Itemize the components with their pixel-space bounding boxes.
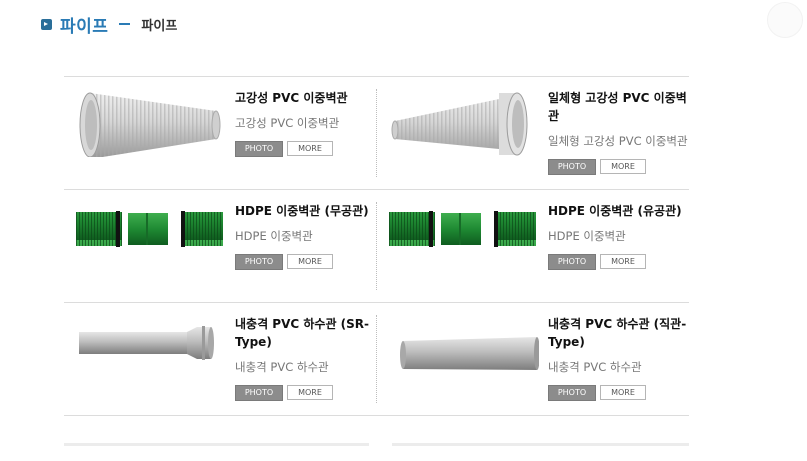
more-button[interactable]: MORE — [287, 254, 333, 269]
product-desc: 일체형 고강성 PVC 이중벽관 — [548, 134, 688, 148]
page-header: 파이프 파이프 — [41, 12, 178, 37]
product-desc: HDPE 이중벽관 — [235, 229, 313, 243]
product-row: HDPE 이중벽관 (무공관) HDPE 이중벽관 PHOTO MORE HDP… — [64, 189, 689, 302]
photo-button[interactable]: PHOTO — [548, 159, 596, 175]
product-grid: 고강성 PVC 이중벽관 고강성 PVC 이중벽관 PHOTO MORE 일체형… — [64, 76, 689, 416]
product-item: 고강성 PVC 이중벽관 고강성 PVC 이중벽관 PHOTO MORE — [64, 77, 376, 189]
product-info: 일체형 고강성 PVC 이중벽관 일체형 고강성 PVC 이중벽관 PHOTO … — [548, 89, 688, 175]
product-image-straight-pipe[interactable] — [389, 313, 540, 383]
arrow-bullet-icon — [41, 18, 52, 30]
page-title: 파이프 — [60, 16, 109, 37]
photo-button[interactable]: PHOTO — [235, 254, 283, 270]
product-name[interactable]: 내충격 PVC 하수관 (직관-Type) — [548, 315, 688, 351]
product-info: HDPE 이중벽관 (무공관) HDPE 이중벽관 PHOTO MORE — [235, 202, 375, 270]
product-desc: 고강성 PVC 이중벽관 — [235, 116, 340, 130]
product-info: 고강성 PVC 이중벽관 고강성 PVC 이중벽관 PHOTO MORE — [235, 89, 375, 157]
product-item: 일체형 고강성 PVC 이중벽관 일체형 고강성 PVC 이중벽관 PHOTO … — [377, 77, 689, 189]
title-dash — [119, 23, 131, 25]
product-name[interactable]: 일체형 고강성 PVC 이중벽관 — [548, 89, 688, 125]
product-image-sr-pipe[interactable] — [76, 313, 226, 383]
more-button[interactable]: MORE — [600, 385, 646, 400]
photo-button[interactable]: PHOTO — [235, 141, 283, 157]
product-info: 내충격 PVC 하수관 (SR-Type) 내충격 PVC 하수관 PHOTO … — [235, 315, 375, 401]
product-name[interactable]: 내충격 PVC 하수관 (SR-Type) — [235, 315, 375, 351]
product-info: 내충격 PVC 하수관 (직관-Type) 내충격 PVC 하수관 PHOTO … — [548, 315, 688, 401]
more-button[interactable]: MORE — [287, 141, 333, 156]
product-item: 내충격 PVC 하수관 (직관-Type) 내충격 PVC 하수관 PHOTO … — [377, 303, 689, 415]
product-image-hdpe-perforated-pipe[interactable] — [389, 200, 539, 270]
product-name[interactable]: HDPE 이중벽관 (무공관) — [235, 202, 375, 220]
product-name[interactable]: 고강성 PVC 이중벽관 — [235, 89, 375, 107]
pagination-divider-left — [64, 443, 369, 446]
product-info: HDPE 이중벽관 (유공관) HDPE 이중벽관 PHOTO MORE — [548, 202, 688, 270]
product-image-flared-corrugated-pipe[interactable] — [389, 87, 539, 157]
product-row: 고강성 PVC 이중벽관 고강성 PVC 이중벽관 PHOTO MORE 일체형… — [64, 76, 689, 189]
more-button[interactable]: MORE — [287, 385, 333, 400]
corner-decoration — [767, 2, 803, 38]
photo-button[interactable]: PHOTO — [548, 385, 596, 401]
product-row: 내충격 PVC 하수관 (SR-Type) 내충격 PVC 하수관 PHOTO … — [64, 302, 689, 416]
product-desc: HDPE 이중벽관 — [548, 229, 626, 243]
product-item: HDPE 이중벽관 (유공관) HDPE 이중벽관 PHOTO MORE — [377, 190, 689, 302]
product-item: HDPE 이중벽관 (무공관) HDPE 이중벽관 PHOTO MORE — [64, 190, 376, 302]
page-subtitle: 파이프 — [141, 18, 178, 34]
more-button[interactable]: MORE — [600, 159, 646, 174]
pagination-divider-right — [392, 443, 689, 446]
product-desc: 내충격 PVC 하수관 — [548, 360, 642, 374]
photo-button[interactable]: PHOTO — [235, 385, 283, 401]
product-desc: 내충격 PVC 하수관 — [235, 360, 329, 374]
more-button[interactable]: MORE — [600, 254, 646, 269]
product-item: 내충격 PVC 하수관 (SR-Type) 내충격 PVC 하수관 PHOTO … — [64, 303, 376, 415]
product-name[interactable]: HDPE 이중벽관 (유공관) — [548, 202, 688, 220]
photo-button[interactable]: PHOTO — [548, 254, 596, 270]
product-image-hdpe-pipe[interactable] — [76, 200, 226, 270]
product-image-corrugated-pipe[interactable] — [76, 87, 226, 159]
